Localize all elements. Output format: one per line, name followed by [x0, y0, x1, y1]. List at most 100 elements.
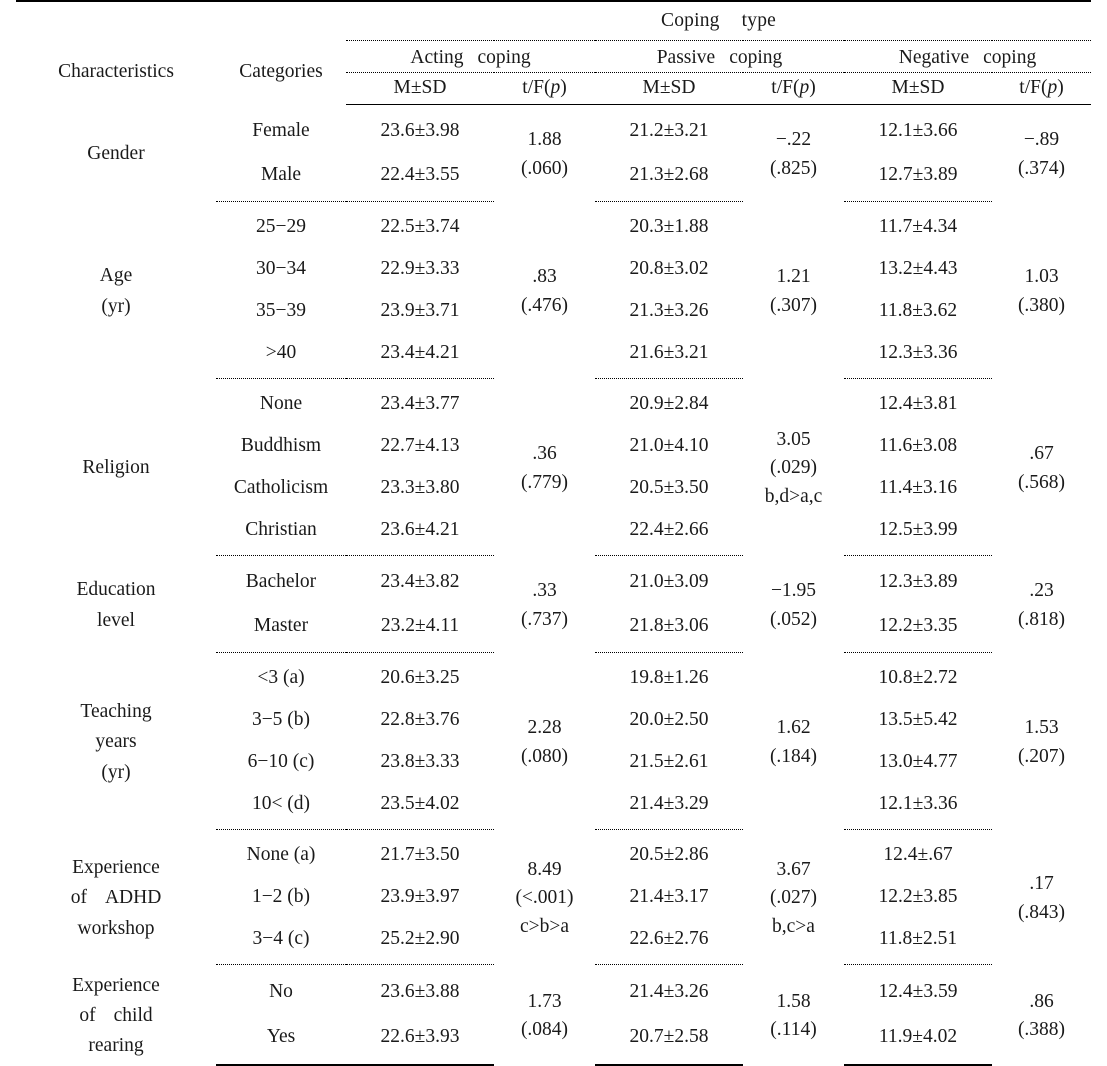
characteristic-label-line-2: rearing [88, 1035, 144, 1057]
acting-msd-cell: 22.6±3.93 [346, 1014, 494, 1066]
passive-msd-cell: 21.3±2.68 [595, 152, 743, 202]
characteristic-label: Gender [16, 104, 216, 201]
acting-msd-cell: 20.6±3.25 [380, 666, 460, 688]
passive-msd-cell: 20.8±3.02 [629, 257, 709, 279]
negative-tf-line-1: (.568) [1017, 471, 1066, 493]
passive-tf: −.22 (.825) [747, 126, 840, 183]
acting-msd-cell: 23.4±4.21 [346, 331, 494, 379]
acting-msd-cell: 23.3±3.80 [380, 476, 460, 498]
table-row: Experience of child rearing No 23.6±3.88 1.73 (… [16, 964, 1091, 1056]
negative-msd-cell: 12.1±3.66 [878, 119, 958, 141]
passive-tf-line-0: −1.95 [770, 580, 817, 602]
header-group-acting-coping: Acting coping [346, 40, 595, 73]
passive-tf-line-1: (.825) [769, 157, 818, 179]
category-cell: Christian [216, 508, 346, 556]
negative-tf-line-0: 1.53 [1024, 717, 1059, 739]
passive-msd-cell: 21.3±3.26 [629, 299, 709, 321]
category-cell: No [269, 980, 293, 1002]
characteristic-label-line-0: Education [76, 579, 156, 601]
header-group-negative-coping: Negative coping [844, 40, 1091, 73]
group-acting-word1: Acting [410, 46, 464, 68]
negative-msd-cell: 12.2±3.85 [878, 885, 958, 907]
category-cell: 30−34 [256, 257, 306, 279]
header-categories: Categories [239, 61, 323, 83]
coping-type-statistics-table: Coping type Characteristics Categories Ac… [16, 0, 1091, 1066]
passive-tf-line-2: b,c>a [772, 915, 815, 937]
header-row-groups: Characteristics Categories Acting coping … [16, 40, 1091, 82]
characteristic-label-line-1: of child [24, 1001, 208, 1031]
passive-msd-cell: 19.8±1.26 [629, 666, 709, 688]
negative-msd-cell: 11.7±4.34 [878, 215, 958, 237]
category-cell: Bachelor [245, 570, 317, 592]
negative-msd-cell: 12.2±3.35 [844, 603, 992, 653]
acting-test-statistic-cell: 8.49 (<.001) c>b>a [494, 829, 595, 964]
negative-tf: −.89 (.374) [996, 126, 1087, 183]
passive-tf: 3.67 (.027) b,c>a [747, 856, 840, 941]
acting-tf-line-1: (.779) [520, 471, 569, 493]
header-group-passive-coping: Passive coping [595, 40, 844, 73]
negative-tf-line-0: .67 [1029, 443, 1054, 465]
header-coping-type: Coping type [346, 0, 1091, 41]
negative-tf-line-0: .23 [1029, 580, 1054, 602]
characteristic-label-line-1: years [95, 731, 137, 753]
category-cell: 10< (d) [216, 782, 346, 830]
negative-msd-cell: 12.3±3.89 [878, 570, 958, 592]
characteristic-label: Experience of child rearing [16, 964, 216, 1065]
table-row: Teaching years (yr) <3 (a) 20.6±3.25 2.28 (.08… [16, 652, 1091, 783]
group-passive-word2: coping [729, 46, 783, 68]
header-acting-msd: M±SD [346, 72, 494, 105]
header-negative-msd: M±SD [844, 72, 992, 105]
negative-msd-cell: 12.7±3.89 [844, 152, 992, 202]
characteristic-label: Religion [16, 378, 216, 555]
negative-msd-cell: 11.4±3.16 [878, 476, 958, 498]
table-row: Age (yr) 25−29 22.5±3.74 .83 (.476) 20.3±1.88 1… [16, 201, 1091, 317]
negative-msd-cell: 12.3±3.36 [844, 331, 992, 379]
tf-suffix-2: ) [809, 77, 816, 98]
acting-msd-cell: 22.4±3.55 [346, 152, 494, 202]
acting-tf: .83 (.476) [498, 263, 591, 320]
acting-test-statistic-cell: .83 (.476) [494, 201, 595, 378]
category-cell: Male [216, 152, 346, 202]
characteristic-label-line-0: Gender [87, 143, 145, 165]
tf-italic-p-1: p [550, 77, 561, 98]
characteristic-label-line-0: Experience [72, 857, 160, 879]
acting-tf: .33 (.737) [498, 577, 591, 634]
header-characteristics: Characteristics [58, 61, 174, 83]
negative-tf-line-1: (.843) [1017, 901, 1066, 923]
statistical-table-container: Coping type Characteristics Categories Ac… [0, 0, 1107, 1066]
passive-test-statistic-cell: −1.95 (.052) [743, 555, 844, 652]
category-cell: Catholicism [233, 476, 329, 498]
acting-msd-cell: 23.4±3.77 [380, 392, 460, 414]
negative-msd-cell: 11.8±2.51 [844, 917, 992, 965]
negative-msd-cell: 12.5±3.99 [844, 508, 992, 556]
negative-test-statistic-cell: .23 (.818) [992, 555, 1091, 652]
acting-msd-cell: 25.2±2.90 [346, 917, 494, 965]
passive-msd-cell: 21.0±3.09 [629, 570, 709, 592]
table-header: Coping type Characteristics Categories Ac… [16, 0, 1091, 105]
passive-tf: 1.62 (.184) [747, 714, 840, 771]
passive-test-statistic-cell: 1.58 (.114) [743, 964, 844, 1065]
category-cell: >40 [216, 331, 346, 379]
acting-test-statistic-cell: 1.88 (.060) [494, 104, 595, 201]
negative-msd-cell: 12.1±3.36 [844, 782, 992, 830]
passive-msd-cell: 22.4±2.66 [595, 508, 743, 556]
acting-test-statistic-cell: 2.28 (.080) [494, 652, 595, 829]
tf-italic-p-2: p [799, 77, 810, 98]
characteristic-label-line-0: Teaching [80, 701, 152, 723]
acting-tf: 2.28 (.080) [498, 714, 591, 771]
passive-test-statistic-cell: 1.62 (.184) [743, 652, 844, 829]
passive-msd-cell: 22.6±2.76 [595, 917, 743, 965]
negative-msd-cell: 11.6±3.08 [878, 434, 958, 456]
passive-msd-cell: 21.4±3.26 [629, 980, 709, 1002]
category-cell: 6−10 (c) [247, 750, 315, 772]
acting-tf: 8.49 (<.001) c>b>a [498, 856, 591, 941]
passive-msd-cell: 20.3±1.88 [629, 215, 709, 237]
passive-tf: 1.58 (.114) [747, 988, 840, 1045]
passive-msd-cell: 20.5±2.86 [629, 843, 709, 865]
group-negative-word2: coping [983, 46, 1037, 68]
header-acting-tf: t/F(p) [494, 72, 595, 105]
passive-msd-cell: 20.5±3.50 [629, 476, 709, 498]
acting-msd-cell: 22.9±3.33 [380, 257, 460, 279]
char-word: ADHD [104, 887, 162, 909]
negative-tf-line-1: (.374) [1017, 157, 1066, 179]
